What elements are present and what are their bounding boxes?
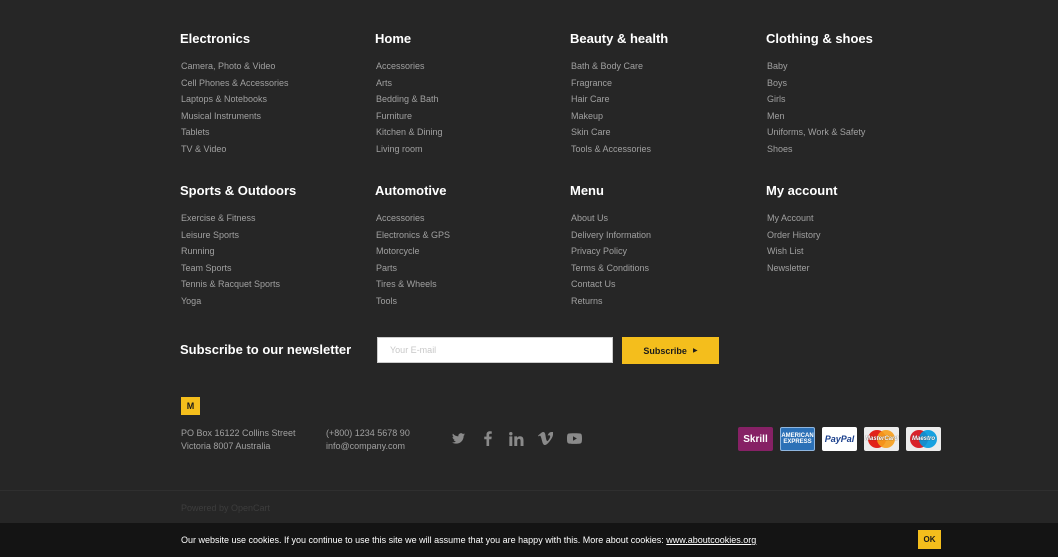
footer-link[interactable]: Cell Phones & Accessories	[180, 75, 375, 92]
maestro-icon: Maestro	[906, 427, 941, 451]
newsletter-title: Subscribe to our newsletter	[180, 342, 352, 357]
footer-link[interactable]: Team Sports	[180, 260, 375, 277]
footer-link[interactable]: Delivery Information	[570, 227, 766, 244]
subscribe-label: Subscribe	[643, 345, 687, 356]
footer-link[interactable]: Girls	[766, 91, 942, 108]
address: PO Box 16122 Collins Street Victoria 800…	[181, 427, 296, 453]
footer-link[interactable]: Arts	[375, 75, 570, 92]
footer-links-row-1: Electronics Camera, Photo & Video Cell P…	[180, 30, 942, 158]
footer-link[interactable]: Bedding & Bath	[375, 91, 570, 108]
footer-link[interactable]: Electronics & GPS	[375, 227, 570, 244]
facebook-icon[interactable]	[479, 430, 496, 447]
footer-link[interactable]: Boys	[766, 75, 942, 92]
footer-link[interactable]: Hair Care	[570, 91, 766, 108]
footer-link[interactable]: Exercise & Fitness	[180, 210, 375, 227]
maestro-label: Maestro	[911, 436, 935, 442]
subscribe-button[interactable]: Subscribe ▶	[622, 337, 719, 364]
footer-link[interactable]: Furniture	[375, 108, 570, 125]
footer-link[interactable]: About Us	[570, 210, 766, 227]
address-line: Victoria 8007 Australia	[181, 441, 271, 451]
footer-link[interactable]: TV & Video	[180, 141, 375, 158]
contact-info: (+800) 1234 5678 90 info@company.com	[326, 427, 410, 453]
cookie-text: Our website use cookies. If you continue…	[181, 535, 664, 545]
footer-link[interactable]: Musical Instruments	[180, 108, 375, 125]
powered-by[interactable]: Powered by OpenCart	[181, 503, 270, 513]
footer-link[interactable]: Privacy Policy	[570, 243, 766, 260]
footer-link[interactable]: Men	[766, 108, 942, 125]
caret-right-icon: ▶	[692, 348, 698, 354]
footer-link[interactable]: Baby	[766, 58, 942, 75]
cookie-bar: Our website use cookies. If you continue…	[0, 523, 1058, 557]
footer-link[interactable]: Terms & Conditions	[570, 260, 766, 277]
cookie-ok-button[interactable]: OK	[918, 530, 941, 549]
footer-link[interactable]: Skin Care	[570, 124, 766, 141]
footer-link[interactable]: Order History	[766, 227, 942, 244]
footer-link[interactable]: Makeup	[570, 108, 766, 125]
newsletter-form: Subscribe to our newsletter Subscribe ▶	[180, 337, 942, 364]
footer-link[interactable]: Tires & Wheels	[375, 276, 570, 293]
footer-link[interactable]: Parts	[375, 260, 570, 277]
mastercard-label: MasterCard	[864, 436, 898, 442]
column-title: Clothing & shoes	[766, 31, 873, 46]
skrill-icon: Skrill	[738, 427, 773, 451]
column-title: My account	[766, 183, 838, 198]
column-title: Home	[375, 31, 412, 46]
footer-link[interactable]: Accessories	[375, 58, 570, 75]
footer-column-sports-outdoors: Sports & Outdoors Exercise & Fitness Lei…	[180, 182, 375, 310]
footer-link[interactable]: Tennis & Racquet Sports	[180, 276, 375, 293]
footer-column-home: Home Accessories Arts Bedding & Bath Fur…	[375, 30, 570, 158]
footer-link[interactable]: Tools & Accessories	[570, 141, 766, 158]
footer-link[interactable]: Camera, Photo & Video	[180, 58, 375, 75]
paypal-icon: PayPal	[822, 427, 857, 451]
footer-column-automotive: Automotive Accessories Electronics & GPS…	[375, 182, 570, 310]
footer-link[interactable]: Tablets	[180, 124, 375, 141]
linkedin-icon[interactable]	[508, 430, 525, 447]
footer-column-beauty-health: Beauty & health Bath & Body Care Fragran…	[570, 30, 766, 158]
footer-link[interactable]: Accessories	[375, 210, 570, 227]
footer-link[interactable]: Living room	[375, 141, 570, 158]
footer-link[interactable]: Uniforms, Work & Safety	[766, 124, 942, 141]
column-title: Sports & Outdoors	[180, 183, 297, 198]
footer-link[interactable]: Running	[180, 243, 375, 260]
footer-link[interactable]: Yoga	[180, 293, 375, 310]
footer-link[interactable]: Shoes	[766, 141, 942, 158]
payment-methods: Skrill AMERICAN EXPRESS PayPal MasterCard…	[738, 427, 941, 451]
cookie-link[interactable]: www.aboutcookies.org	[666, 535, 756, 545]
footer-link[interactable]: Bath & Body Care	[570, 58, 766, 75]
amex-label-line-2: EXPRESS	[783, 439, 812, 445]
footer-link[interactable]: Fragrance	[570, 75, 766, 92]
footer-link[interactable]: Kitchen & Dining	[375, 124, 570, 141]
social-links	[450, 430, 583, 447]
column-title: Beauty & health	[570, 31, 669, 46]
amex-icon: AMERICAN EXPRESS	[780, 427, 815, 451]
footer-column-electronics: Electronics Camera, Photo & Video Cell P…	[180, 30, 375, 158]
twitter-icon[interactable]	[450, 430, 467, 447]
footer-link[interactable]: Motorcycle	[375, 243, 570, 260]
footer-link[interactable]: Contact Us	[570, 276, 766, 293]
youtube-icon[interactable]	[566, 430, 583, 447]
footer-link[interactable]: Tools	[375, 293, 570, 310]
phone-number: (+800) 1234 5678 90	[326, 428, 410, 438]
footer-column-my-account: My account My Account Order History Wish…	[766, 182, 942, 310]
footer-link[interactable]: Laptops & Notebooks	[180, 91, 375, 108]
footer-link[interactable]: Newsletter	[766, 260, 942, 277]
logo[interactable]: M	[181, 397, 200, 415]
footer-link[interactable]: Wish List	[766, 243, 942, 260]
cookie-message: Our website use cookies. If you continue…	[181, 535, 756, 545]
address-line: PO Box 16122 Collins Street	[181, 428, 296, 438]
footer-link[interactable]: Returns	[570, 293, 766, 310]
footer-link[interactable]: Leisure Sports	[180, 227, 375, 244]
footer-links-row-2: Sports & Outdoors Exercise & Fitness Lei…	[180, 182, 942, 310]
vimeo-icon[interactable]	[537, 430, 554, 447]
footer-column-menu: Menu About Us Delivery Information Priva…	[570, 182, 766, 310]
column-title: Automotive	[375, 183, 447, 198]
footer-link[interactable]: My Account	[766, 210, 942, 227]
column-title: Electronics	[180, 31, 251, 46]
footer-column-clothing-shoes: Clothing & shoes Baby Boys Girls Men Uni…	[766, 30, 942, 158]
column-title: Menu	[570, 183, 604, 198]
mastercard-icon: MasterCard	[864, 427, 899, 451]
email-address[interactable]: info@company.com	[326, 440, 410, 453]
footer-divider	[0, 490, 1058, 491]
email-input[interactable]	[377, 337, 613, 363]
